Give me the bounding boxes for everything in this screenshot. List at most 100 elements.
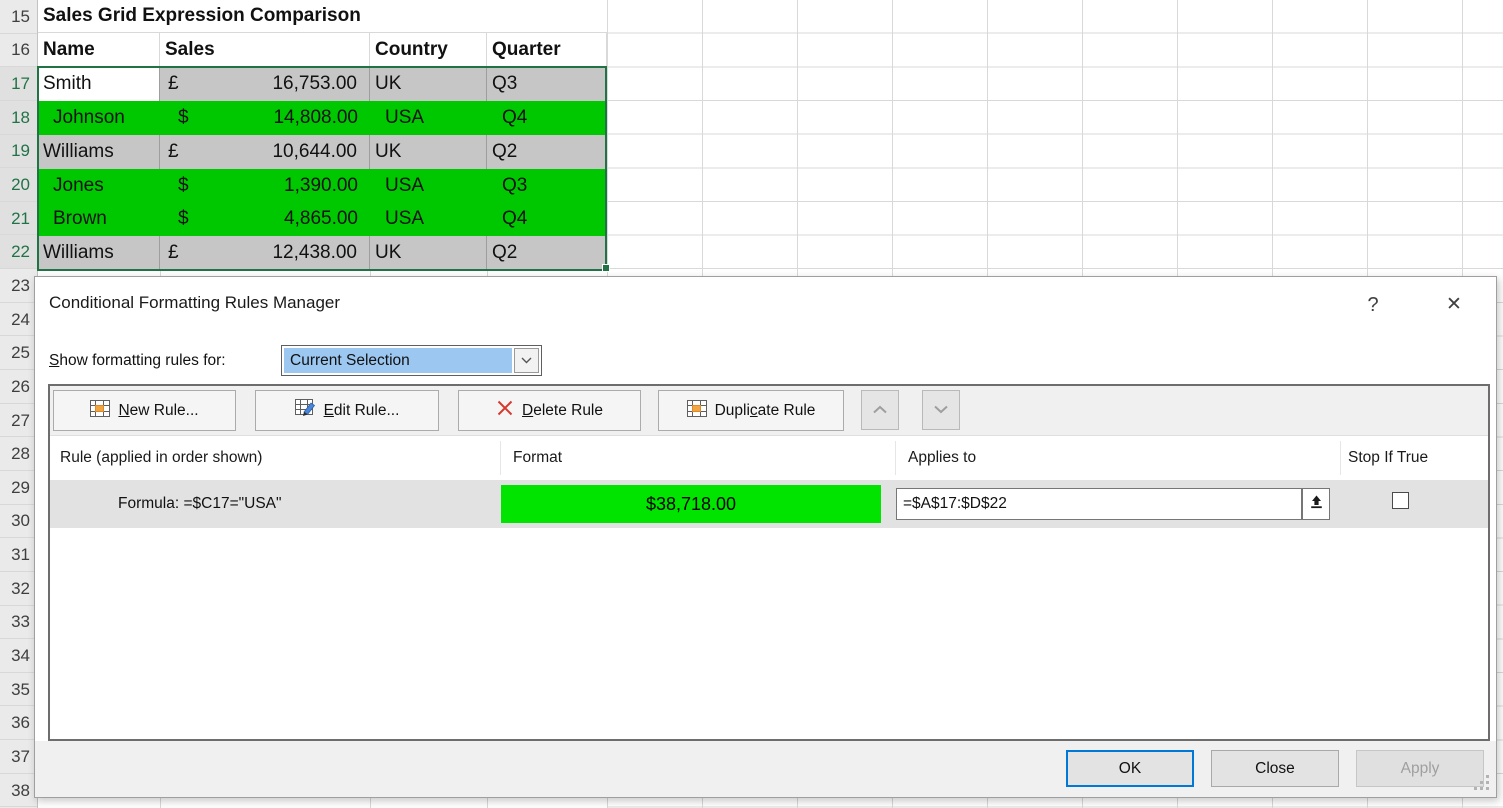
cell-d18[interactable]: Q4 — [487, 101, 607, 135]
col-header-quarter[interactable]: Quarter — [487, 33, 607, 67]
rules-list-header: Rule (applied in order shown) Format App… — [50, 436, 1488, 480]
row-header[interactable]: 18 — [0, 101, 37, 135]
move-rule-down-button[interactable] — [922, 390, 960, 430]
show-rules-dropdown[interactable]: Current Selection — [281, 345, 542, 376]
col-header-name[interactable]: Name — [38, 33, 160, 67]
cell-c22[interactable]: UK — [370, 236, 487, 270]
stop-if-true-checkbox[interactable] — [1392, 492, 1409, 509]
row-header[interactable]: 17 — [0, 67, 37, 101]
duplicate-rule-button[interactable]: Duplicate Rule — [658, 390, 844, 431]
col-header-sales[interactable]: Sales — [160, 33, 370, 67]
row-header[interactable]: 25 — [0, 336, 37, 370]
cell-a20[interactable]: Jones — [38, 169, 160, 202]
help-icon[interactable]: ? — [1357, 289, 1389, 321]
row-header[interactable]: 20 — [0, 168, 37, 202]
row-header[interactable]: 38 — [0, 774, 37, 808]
button-label: Duplicate Rule — [715, 402, 816, 420]
cell-c19[interactable]: UK — [370, 135, 487, 169]
rule-formula-text: Formula: =$C17="USA" — [118, 480, 282, 528]
currency-symbol: £ — [168, 73, 179, 95]
grid-icon — [687, 400, 707, 422]
row-header[interactable]: 22 — [0, 235, 37, 269]
cell-a18[interactable]: Johnson — [38, 101, 160, 135]
header-stop-if-true: Stop If True — [1348, 436, 1428, 480]
row-header[interactable]: 34 — [0, 639, 37, 673]
delete-rule-button[interactable]: Delete Rule — [458, 390, 641, 431]
currency-symbol: $ — [178, 175, 189, 197]
row-header[interactable]: 16 — [0, 34, 37, 68]
header-applies-to: Applies to — [908, 436, 976, 480]
chevron-down-icon — [933, 401, 949, 419]
cell-d22[interactable]: Q2 — [487, 236, 607, 270]
rules-toolbar: New Rule... Edit Rule... Delete Rule Dup… — [50, 386, 1488, 436]
dialog-title: Conditional Formatting Rules Manager — [49, 293, 340, 313]
cell-a22[interactable]: Williams — [38, 236, 160, 270]
cell-a17[interactable]: Smith — [38, 67, 160, 101]
dropdown-selected-value[interactable]: Current Selection — [284, 348, 512, 373]
close-icon[interactable]: ✕ — [1433, 288, 1475, 321]
row-header[interactable]: 29 — [0, 471, 37, 505]
cell-c21[interactable]: USA — [370, 202, 487, 236]
cell-d20[interactable]: Q3 — [487, 169, 607, 202]
amount: 1,390.00 — [284, 175, 358, 197]
ok-button[interactable]: OK — [1066, 750, 1194, 787]
row-header-column: 15 16 17 18 19 20 21 22 23 24 25 26 27 2… — [0, 0, 38, 808]
row-header[interactable]: 23 — [0, 269, 37, 303]
move-rule-up-button[interactable] — [861, 390, 899, 430]
row-header[interactable]: 30 — [0, 505, 37, 539]
row-header[interactable]: 26 — [0, 370, 37, 404]
rule-row[interactable]: Formula: =$C17="USA" $38,718.00 =$A$17:$… — [50, 480, 1488, 528]
cell-a19[interactable]: Williams — [38, 135, 160, 169]
button-label: Delete Rule — [522, 402, 603, 420]
row-header[interactable]: 15 — [0, 0, 37, 34]
cell-b20[interactable]: $1,390.00 — [160, 169, 370, 202]
row-header[interactable]: 24 — [0, 303, 37, 337]
row-header[interactable]: 21 — [0, 202, 37, 236]
chevron-down-icon[interactable] — [514, 348, 539, 373]
row-header[interactable]: 31 — [0, 538, 37, 572]
apply-button[interactable]: Apply — [1356, 750, 1484, 787]
cell-b19[interactable]: £10,644.00 — [160, 135, 370, 169]
row-header[interactable]: 19 — [0, 135, 37, 169]
col-header-country[interactable]: Country — [370, 33, 487, 67]
cell-d21[interactable]: Q4 — [487, 202, 607, 236]
label-text: how formatting rules for: — [59, 352, 225, 369]
currency-symbol: £ — [168, 242, 179, 264]
fill-handle[interactable] — [602, 264, 610, 272]
cell-a21[interactable]: Brown — [38, 202, 160, 236]
row-header[interactable]: 35 — [0, 673, 37, 707]
cell-b21[interactable]: $4,865.00 — [160, 202, 370, 236]
cell-c18[interactable]: USA — [370, 101, 487, 135]
sheet-title-cell[interactable]: Sales Grid Expression Comparison — [38, 0, 607, 33]
sheet-data-range: Sales Grid Expression Comparison Name Sa… — [38, 0, 607, 270]
row-header[interactable]: 27 — [0, 404, 37, 438]
row-header[interactable]: 32 — [0, 572, 37, 606]
chevron-up-icon — [872, 401, 888, 419]
amount: 10,644.00 — [272, 141, 357, 163]
collapse-dialog-button[interactable] — [1302, 488, 1330, 520]
currency-symbol: £ — [168, 141, 179, 163]
cell-c17[interactable]: UK — [370, 67, 487, 101]
amount: 14,808.00 — [273, 107, 358, 129]
close-button[interactable]: Close — [1211, 750, 1339, 787]
applies-to-input[interactable]: =$A$17:$D$22 — [896, 488, 1302, 520]
grid-icon — [90, 400, 110, 422]
new-rule-button[interactable]: New Rule... — [53, 390, 236, 431]
row-header[interactable]: 37 — [0, 740, 37, 774]
cell-c20[interactable]: USA — [370, 169, 487, 202]
cell-b17[interactable]: £16,753.00 — [160, 67, 370, 101]
edit-grid-pencil-icon — [295, 399, 316, 422]
row-header[interactable]: 36 — [0, 706, 37, 740]
row-header[interactable]: 33 — [0, 606, 37, 640]
cell-d19[interactable]: Q2 — [487, 135, 607, 169]
cell-d17[interactable]: Q3 — [487, 67, 607, 101]
button-label: Edit Rule... — [324, 402, 400, 420]
cell-b18[interactable]: $14,808.00 — [160, 101, 370, 135]
applies-to-value: =$A$17:$D$22 — [903, 495, 1007, 513]
button-label: New Rule... — [118, 402, 198, 420]
edit-rule-button[interactable]: Edit Rule... — [255, 390, 439, 431]
header-separator — [895, 441, 896, 475]
cell-b22[interactable]: £12,438.00 — [160, 236, 370, 270]
resize-grip[interactable] — [1486, 775, 1489, 778]
row-header[interactable]: 28 — [0, 437, 37, 471]
